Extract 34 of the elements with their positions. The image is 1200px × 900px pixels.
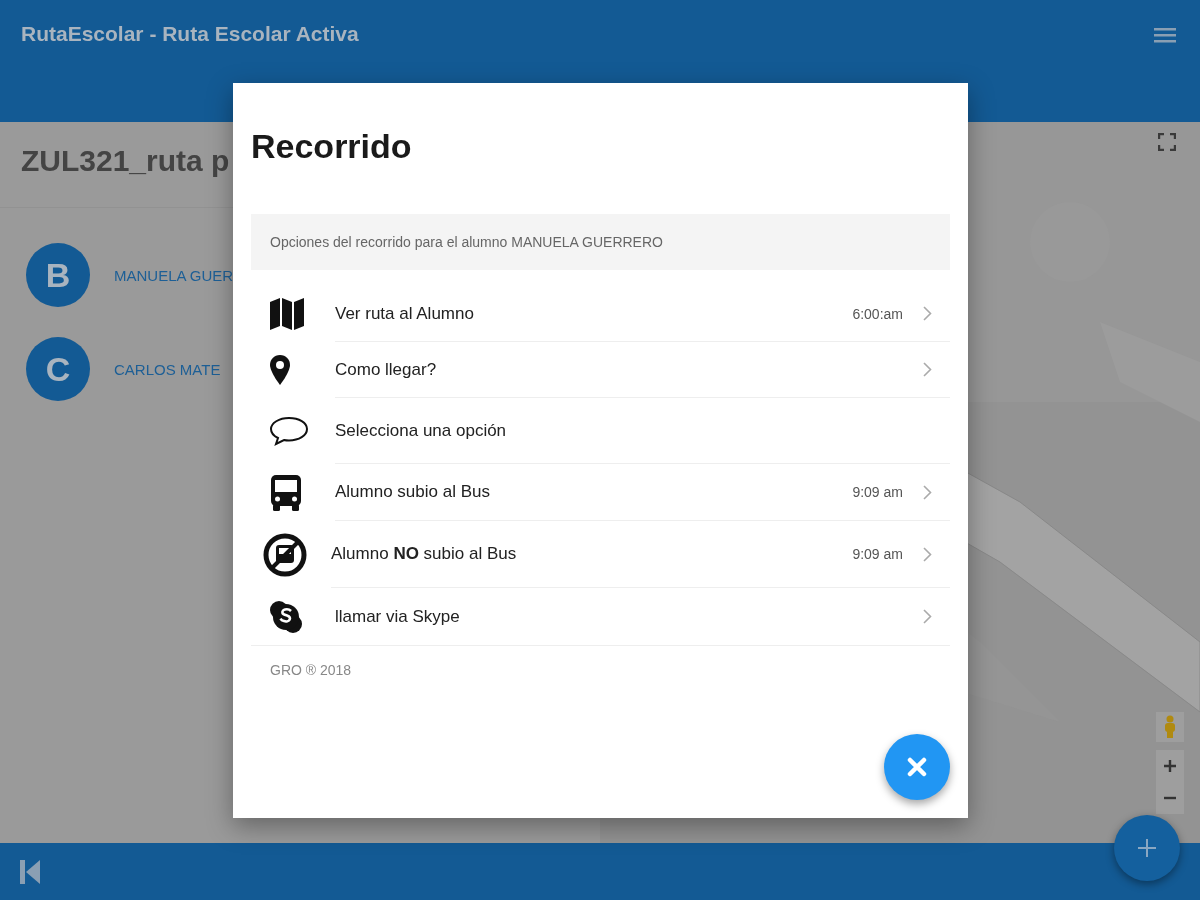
plus-icon: [1137, 838, 1157, 858]
menu-icon[interactable]: [1154, 27, 1176, 43]
person-icon: [1164, 715, 1176, 739]
dialog-subtitle: Opciones del recorrido para el alumno MANUELA GUERRERO: [251, 214, 950, 270]
skip-back-icon[interactable]: [20, 859, 40, 884]
close-button[interactable]: [884, 734, 950, 800]
option-row[interactable]: Ver ruta al Alumno 6:00:am: [251, 286, 950, 342]
option-label: Selecciona una opción: [335, 420, 508, 441]
location-pin-icon: [269, 354, 291, 386]
dialog-title: Recorrido: [251, 127, 413, 167]
option-label: Alumno NO subio al Bus: [331, 544, 518, 564]
option-time: 9:09 am: [852, 484, 903, 500]
option-row[interactable]: Selecciona una opción: [251, 398, 950, 464]
map-icon: [269, 296, 305, 332]
option-time: 9:09 am: [852, 546, 903, 562]
speech-bubble-icon: [269, 416, 309, 446]
option-row[interactable]: Alumno subio al Bus 9:09 am: [251, 464, 950, 521]
option-label: llamar via Skype: [335, 606, 461, 627]
plus-icon: [1163, 759, 1177, 773]
option-label: Ver ruta al Alumno: [335, 303, 475, 324]
option-time: 6:00:am: [852, 305, 903, 322]
skype-icon: [269, 599, 303, 634]
bus-icon: [269, 473, 303, 512]
app-title: RutaEscolar - Ruta Escolar Activa: [21, 22, 359, 46]
option-row[interactable]: Alumno NO subio al Bus 9:09 am: [251, 521, 950, 588]
student-avatar: C: [26, 337, 90, 401]
student-avatar: B: [26, 243, 90, 307]
option-label: Alumno subio al Bus: [335, 482, 491, 502]
no-bus-icon: [263, 532, 307, 577]
dialog-footer: GRO ® 2018: [251, 646, 950, 678]
option-row[interactable]: Como llegar?: [251, 342, 950, 398]
option-label: Como llegar?: [335, 359, 438, 380]
fullscreen-icon[interactable]: [1158, 133, 1176, 151]
close-icon: [907, 757, 927, 777]
